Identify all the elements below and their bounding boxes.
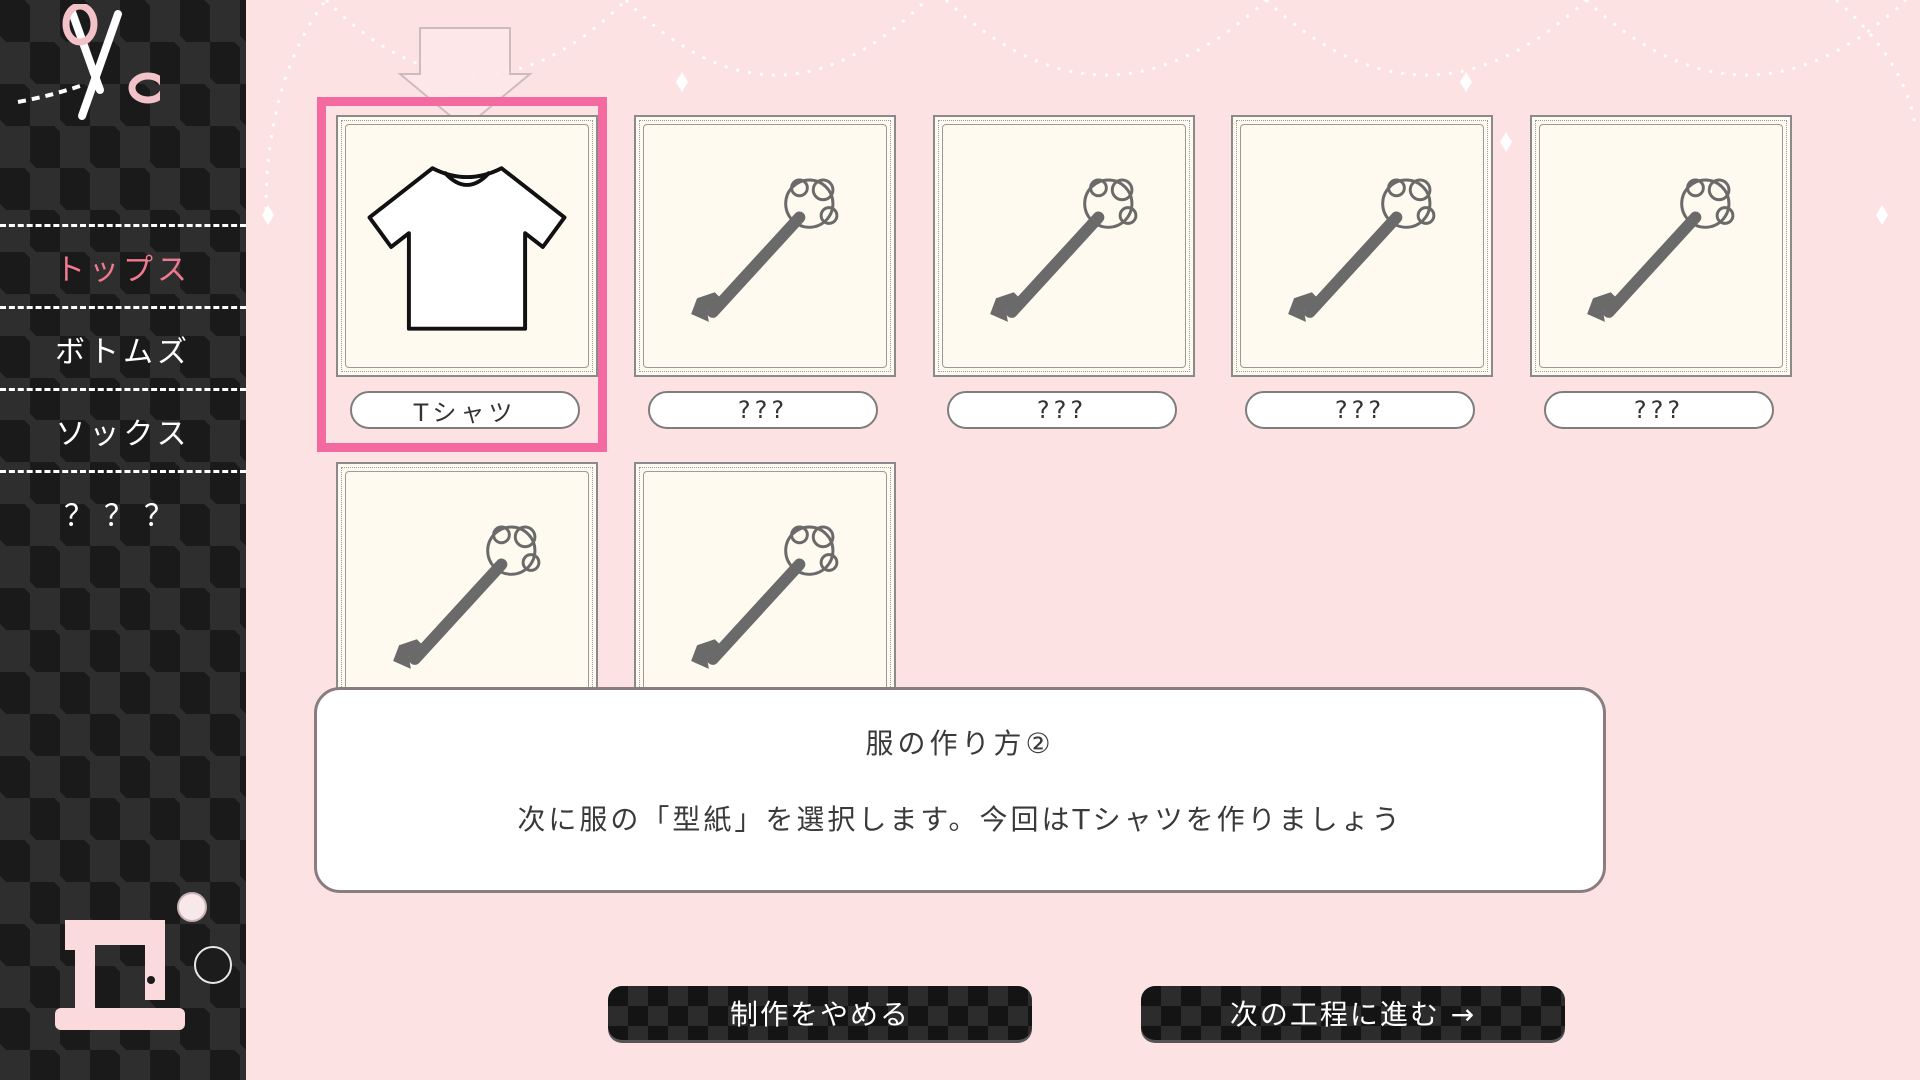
pattern-card-locked[interactable] [1231,115,1493,377]
pattern-card-locked[interactable] [634,115,896,377]
pattern-card-locked[interactable] [933,115,1195,377]
quit-button[interactable]: 制作をやめる [608,986,1032,1040]
pattern-card-locked[interactable] [634,462,896,724]
pattern-card-locked[interactable] [1530,115,1792,377]
tutorial-dialog[interactable]: 服の作り方② 次に服の「型紙」を選択します。今回はTシャツを作りましょう [314,687,1606,893]
tab-unknown[interactable]: ？？？ [0,474,246,552]
dialog-title: 服の作り方② [865,727,1055,760]
pattern-label[interactable]: ??? [947,391,1177,429]
tab-tops[interactable]: トップス [0,228,246,306]
key-icon [691,178,839,322]
key-icon [990,178,1138,322]
next-step-button[interactable]: 次の工程に進む → [1141,986,1565,1040]
pattern-label[interactable]: ??? [648,391,878,429]
pattern-label[interactable]: Tシャツ [350,391,580,429]
dialog-message: 次に服の「型紙」を選択します。今回はTシャツを作りましょう [517,803,1403,836]
key-icon [1288,178,1436,322]
tab-socks[interactable]: ソックス [0,392,246,470]
pattern-label[interactable]: ??? [1245,391,1475,429]
scissors-icon [17,4,160,120]
pattern-label[interactable]: ??? [1544,391,1774,429]
key-icon [393,525,541,669]
tshirt-icon [367,166,567,331]
pattern-card-tshirt[interactable] [336,115,598,377]
nav-divider [0,388,246,391]
nav-divider [0,470,246,473]
key-icon [691,525,839,669]
pattern-card-locked[interactable] [336,462,598,724]
sewing-machine-icon [55,920,185,1030]
key-icon [1587,178,1735,322]
nav-divider [0,306,246,309]
sidebar: トップス ボトムズ ソックス ？？？ [0,0,246,1080]
button-icon [194,946,232,984]
nav-divider [0,224,246,227]
tab-bottoms[interactable]: ボトムズ [0,310,246,388]
